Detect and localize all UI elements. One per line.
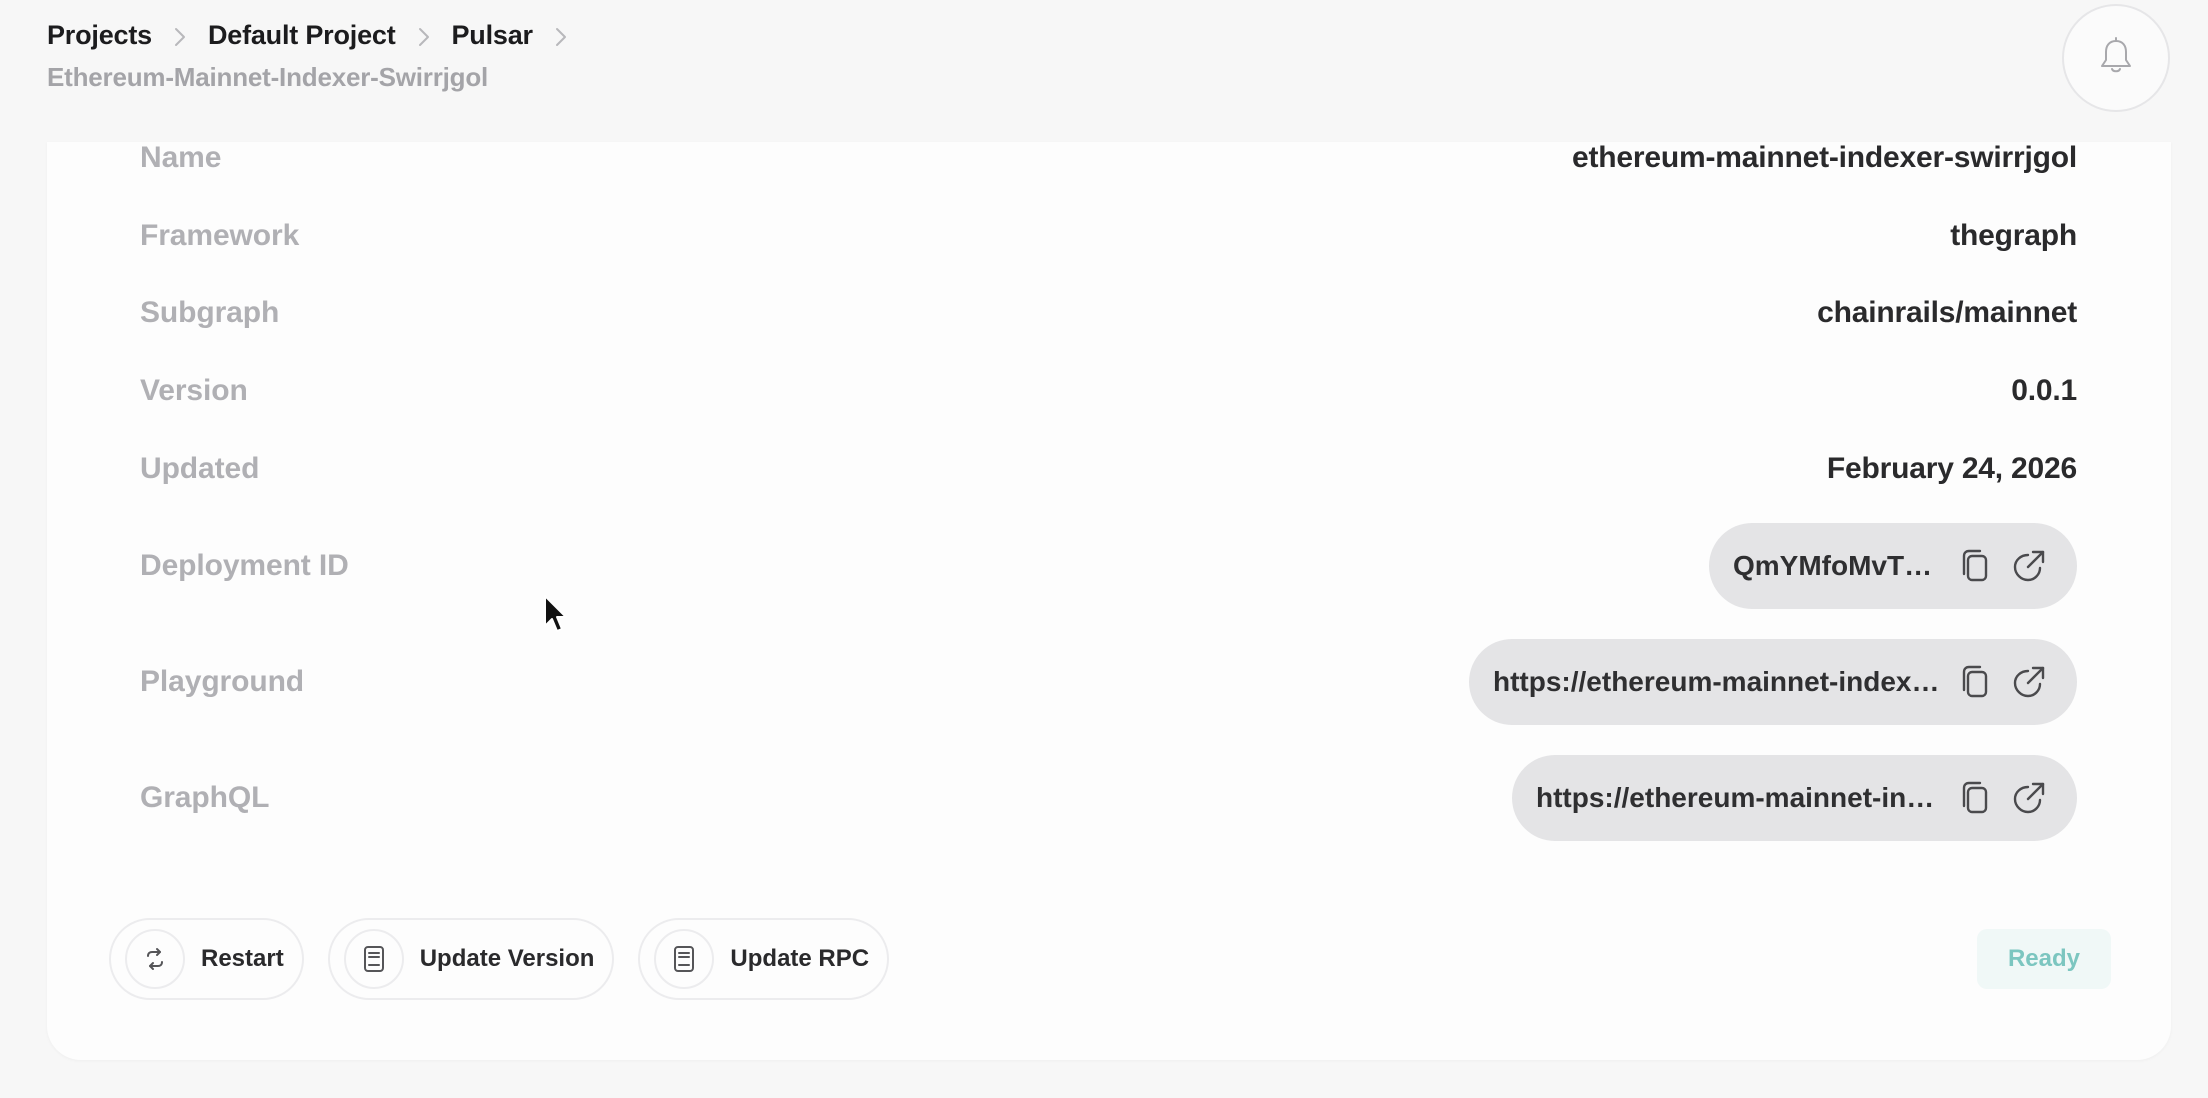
update-rpc-label: Update RPC: [730, 945, 870, 972]
detail-row-updated: Updated February 24, 2026: [140, 447, 2077, 491]
name-label: Name: [140, 141, 222, 174]
action-bar: Restart Update Version Update RPC: [109, 918, 890, 1000]
update-version-button[interactable]: Update Version: [327, 918, 615, 1000]
version-value: 0.0.1: [2011, 374, 2077, 407]
bell-icon: [2097, 36, 2135, 81]
framework-value: thegraph: [1950, 219, 2077, 252]
update-version-label: Update Version: [419, 945, 595, 972]
detail-row-version: Version 0.0.1: [140, 369, 2077, 413]
notifications-button[interactable]: [2062, 4, 2170, 112]
deployment-id-label: Deployment ID: [140, 549, 349, 582]
external-link-icon[interactable]: [2009, 546, 2049, 586]
detail-row-playground: Playground https://ethereum-mainnet-inde…: [140, 639, 2077, 725]
updated-label: Updated: [140, 452, 260, 485]
graphql-label: GraphQL: [140, 781, 270, 814]
document-icon: [343, 929, 404, 989]
breadcrumb: Projects Default Project Pulsar: [47, 20, 589, 51]
restart-button[interactable]: Restart: [109, 918, 304, 1000]
updated-value: February 24, 2026: [1826, 452, 2077, 485]
detail-row-name: Name ethereum-mainnet-indexer-swirrjgol: [140, 136, 2077, 180]
breadcrumb-pulsar[interactable]: Pulsar: [452, 20, 534, 51]
update-rpc-button[interactable]: Update RPC: [638, 918, 890, 1000]
restart-label: Restart: [201, 945, 284, 972]
restart-icon: [125, 929, 185, 989]
breadcrumb-projects[interactable]: Projects: [47, 20, 152, 51]
copy-icon[interactable]: [1955, 546, 1995, 586]
page-header: Projects Default Project Pulsar Ethereum…: [0, 0, 2208, 142]
external-link-icon[interactable]: [2009, 778, 2049, 818]
chevron-right-icon: [396, 20, 452, 51]
version-label: Version: [140, 374, 248, 407]
copy-icon[interactable]: [1955, 662, 1995, 702]
playground-pill: https://ethereum-mainnet-indexe...: [1469, 639, 2077, 725]
detail-row-subgraph: Subgraph chainrails/mainnet: [140, 291, 2077, 335]
document-icon: [654, 929, 715, 989]
indexer-details-card: Name ethereum-mainnet-indexer-swirrjgol …: [47, 141, 2171, 1060]
mouse-cursor: [543, 594, 569, 634]
graphql-url[interactable]: https://ethereum-mainnet-ind...: [1536, 782, 1941, 814]
breadcrumb-default-project[interactable]: Default Project: [208, 20, 396, 51]
chevron-right-icon: [152, 20, 208, 51]
graphql-pill: https://ethereum-mainnet-ind...: [1512, 755, 2077, 841]
detail-row-deployment-id: Deployment ID QmYMfoMvTk...: [140, 523, 2077, 609]
external-link-icon[interactable]: [2009, 662, 2049, 702]
detail-row-framework: Framework thegraph: [140, 214, 2077, 258]
playground-label: Playground: [140, 665, 305, 698]
subgraph-label: Subgraph: [140, 296, 280, 329]
name-value: ethereum-mainnet-indexer-swirrjgol: [1572, 141, 2077, 174]
deployment-id-pill: QmYMfoMvTk...: [1709, 523, 2077, 609]
subgraph-value: chainrails/mainnet: [1817, 296, 2077, 329]
playground-url[interactable]: https://ethereum-mainnet-indexe...: [1493, 666, 1941, 698]
framework-label: Framework: [140, 219, 300, 252]
copy-icon[interactable]: [1955, 778, 1995, 818]
chevron-right-icon: [533, 20, 589, 51]
detail-row-graphql: GraphQL https://ethereum-mainnet-ind...: [140, 755, 2077, 841]
deployment-id-value[interactable]: QmYMfoMvTk...: [1733, 550, 1941, 582]
page-subtitle: Ethereum-Mainnet-Indexer-Swirrjgol: [47, 62, 489, 92]
status-badge: Ready: [1977, 929, 2111, 989]
